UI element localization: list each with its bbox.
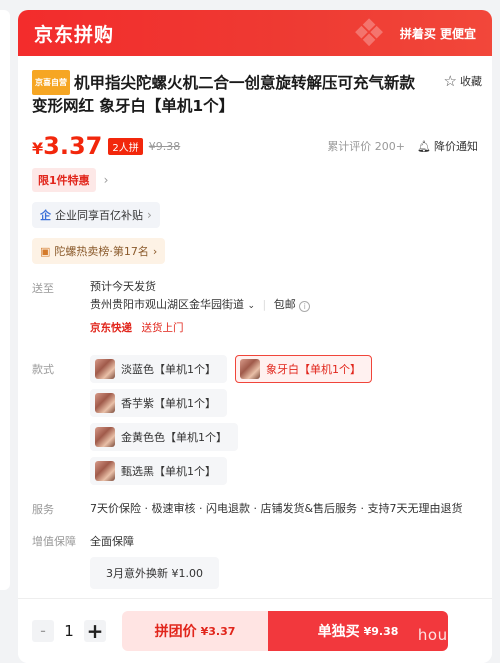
chevron-right-icon: ›: [152, 244, 158, 258]
chevron-right-icon: ›: [103, 173, 109, 187]
bell-icon: 🔔︎: [417, 139, 431, 153]
banner-slogan: 拼着买 更便宜: [399, 26, 476, 41]
door-delivery: 送货上门: [141, 322, 184, 334]
chevron-down-icon: ⌄: [247, 301, 256, 311]
style-thumbnail: [95, 359, 115, 379]
reviews-count[interactable]: 累计评价 200+: [327, 138, 405, 154]
banner-logo: 京东拼购: [34, 23, 115, 46]
style-option[interactable]: 金黄色色【单机1个】: [90, 423, 238, 451]
style-row: 款式 淡蓝色【单机1个】 象牙白【单机1个】 香芋紫【单机1个】 金黄色色【单机…: [18, 355, 492, 485]
quantity-value: 1: [64, 622, 74, 640]
limit-row[interactable]: 限1件特惠 ›: [18, 160, 492, 192]
self-operated-tag: 京喜自营: [32, 70, 70, 95]
quantity-decrease-button[interactable]: -: [32, 620, 54, 642]
product-card: 京东拼购 ❖ 拼着买 更便宜 京喜自营 机甲指尖陀螺火机二合一创意旋转解压可充气新…: [18, 10, 492, 663]
service-row[interactable]: 服务 7天价保险 · 极速审核 · 闪电退款 · 店铺发货&售后服务 · 支持7…: [18, 501, 492, 517]
enterprise-icon: 企: [40, 209, 51, 222]
style-option[interactable]: 甄选黑【单机1个】: [90, 457, 227, 485]
style-options: 淡蓝色【单机1个】 象牙白【单机1个】 香芋紫【单机1个】 金黄色色【单机1个】…: [90, 355, 380, 485]
group-buy-button[interactable]: 拼团价 ¥3.37: [122, 611, 268, 651]
shipping-row: 送至 预计今天发货 贵州贵阳市观山湖区金华园街道 ⌄ | 包邮 i 京东快递 送…: [18, 280, 492, 339]
shipping-eta: 预计今天发货: [90, 280, 156, 293]
style-option[interactable]: 淡蓝色【单机1个】: [90, 355, 227, 383]
watermark: houston: [417, 626, 482, 644]
service-label: 服务: [32, 503, 54, 516]
info-icon[interactable]: i: [299, 301, 311, 312]
ranking-icon: ▣: [40, 244, 51, 258]
shipping-address-line[interactable]: 贵州贵阳市观山湖区金华园街道 ⌄ | 包邮 i: [90, 294, 478, 317]
puzzle-icon: ❖: [352, 11, 387, 55]
price-row: ¥3.37 2人拼 ¥9.38 累计评价 200+ 🔔︎ 降价通知: [18, 118, 492, 160]
vas-title: 全面保障: [90, 535, 134, 548]
product-title-text: 机甲指尖陀螺火机二合一创意旋转解压可充气新款变形网红 象牙白【单机1个】: [32, 74, 416, 115]
original-price: ¥9.38: [148, 139, 181, 153]
product-title: 京喜自营 机甲指尖陀螺火机二合一创意旋转解压可充气新款变形网红 象牙白【单机1个】: [32, 70, 478, 118]
shipping-label: 送至: [32, 282, 54, 295]
style-option[interactable]: 香芋紫【单机1个】: [90, 389, 227, 417]
style-thumbnail: [95, 427, 115, 447]
side-panel-edge: [0, 10, 10, 590]
express-line: 京东快递 送货上门: [90, 317, 478, 339]
quantity-increase-button[interactable]: +: [84, 620, 106, 642]
style-thumbnail: [240, 359, 260, 379]
group-badge: 2人拼: [108, 137, 143, 155]
limit-offer-badge: 限1件特惠: [32, 168, 96, 192]
vas-row: 增值保障 全面保障 3月意外换新 ¥1.00: [18, 533, 492, 589]
pingou-banner: 京东拼购 ❖ 拼着买 更便宜: [18, 10, 492, 56]
favorite-label: 收藏: [460, 75, 482, 88]
current-price: ¥3.37: [32, 132, 103, 160]
title-section: 京喜自营 机甲指尖陀螺火机二合一创意旋转解压可充气新款变形网红 象牙白【单机1个】…: [18, 56, 492, 118]
service-text: 7天价保险 · 极速审核 · 闪电退款 · 店铺发货&售后服务 · 支持7天无理…: [90, 502, 463, 515]
enterprise-subsidy-pill[interactable]: 企 企业同享百亿补贴 ›: [32, 202, 160, 228]
style-label: 款式: [32, 363, 54, 376]
shipping-address: 贵州贵阳市观山湖区金华园街道: [90, 298, 244, 311]
free-shipping: 包邮: [273, 298, 296, 311]
star-icon: ☆: [443, 72, 457, 90]
style-thumbnail: [95, 461, 115, 481]
price-drop-notify-button[interactable]: 🔔︎ 降价通知: [417, 138, 478, 154]
favorite-button[interactable]: ☆ 收藏: [444, 72, 482, 90]
vas-option[interactable]: 3月意外换新 ¥1.00: [90, 557, 219, 589]
jd-express: 京东快递: [90, 322, 132, 334]
style-thumbnail: [95, 393, 115, 413]
chevron-right-icon: ›: [147, 208, 152, 222]
style-option-selected[interactable]: 象牙白【单机1个】: [235, 355, 372, 383]
hot-ranking-pill[interactable]: ▣ 陀螺热卖榜·第17名 ›: [32, 238, 166, 264]
vas-label: 增值保障: [32, 535, 76, 548]
